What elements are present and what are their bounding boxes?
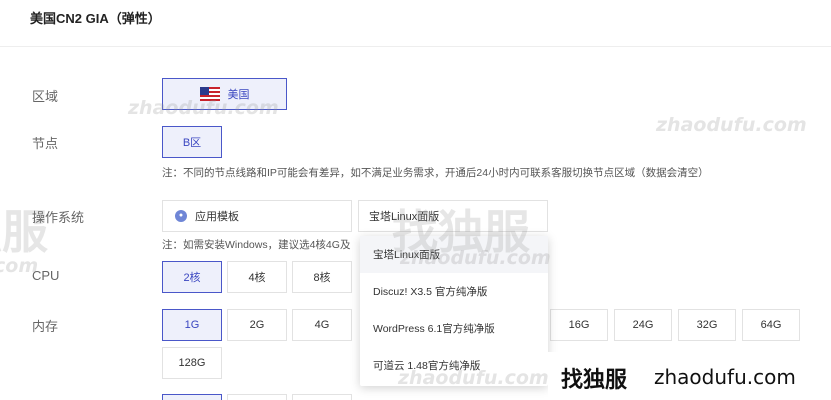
app-template-icon: ● bbox=[175, 210, 187, 222]
memory-option-4g[interactable]: 4G bbox=[292, 309, 352, 341]
dropdown-item-kodbox[interactable]: 可道云 1.48官方纯净版 bbox=[360, 347, 548, 384]
os-type-value: 应用模板 bbox=[195, 211, 239, 223]
region-option-label: 美国 bbox=[227, 89, 250, 101]
dropdown-item-baota[interactable]: 宝塔Linux面版 bbox=[360, 236, 548, 273]
memory-label: 内存 bbox=[32, 319, 59, 334]
header-divider bbox=[0, 46, 831, 47]
os-type-select[interactable]: ● 应用模板 bbox=[162, 200, 352, 232]
region-label: 区域 bbox=[32, 89, 59, 104]
memory-option-24g[interactable]: 24G bbox=[614, 309, 672, 341]
cpu-label: CPU bbox=[32, 268, 60, 283]
us-flag-icon bbox=[199, 87, 220, 101]
dropdown-item-discuz[interactable]: Discuz! X3.5 官方纯净版 bbox=[360, 273, 548, 310]
memory-option-128g[interactable]: 128G bbox=[162, 347, 222, 379]
os-template-dropdown: 宝塔Linux面版 Discuz! X3.5 官方纯净版 WordPress 6… bbox=[360, 236, 548, 386]
brand-en: zhaodufu.com bbox=[654, 365, 796, 389]
memory-option-2g[interactable]: 2G bbox=[227, 309, 287, 341]
dropdown-item-wordpress[interactable]: WordPress 6.1官方纯净版 bbox=[360, 310, 548, 347]
next-row-option[interactable] bbox=[162, 394, 222, 400]
os-template-select[interactable]: 宝塔Linux面版 bbox=[358, 200, 548, 232]
next-row-option[interactable] bbox=[227, 394, 287, 400]
memory-option-1g[interactable]: 1G bbox=[162, 309, 222, 341]
watermark-logo: 找独服 bbox=[0, 205, 48, 259]
node-note: 注：不同的节点线路和IP可能会有差异，如不满足业务需求，开通后24小时内可联系客… bbox=[162, 167, 709, 179]
memory-option-32g[interactable]: 32G bbox=[678, 309, 736, 341]
os-template-value: 宝塔Linux面版 bbox=[369, 211, 440, 223]
page-title: 美国CN2 GIA（弹性） bbox=[30, 11, 161, 26]
brand-cn: 找独服 bbox=[561, 368, 628, 393]
os-label: 操作系统 bbox=[32, 210, 85, 225]
region-option-us[interactable]: 美国 bbox=[162, 78, 287, 110]
cpu-option-4[interactable]: 4核 bbox=[227, 261, 287, 293]
next-row-option[interactable] bbox=[292, 394, 352, 400]
node-option-b[interactable]: B区 bbox=[162, 126, 222, 158]
cpu-option-8[interactable]: 8核 bbox=[292, 261, 352, 293]
node-label: 节点 bbox=[32, 136, 59, 151]
memory-option-16g[interactable]: 16G bbox=[550, 309, 608, 341]
os-note: 注：如需安装Windows，建议选4核4G及 bbox=[162, 239, 351, 251]
memory-option-64g[interactable]: 64G bbox=[742, 309, 800, 341]
cpu-option-2[interactable]: 2核 bbox=[162, 261, 222, 293]
watermark-text: zhaodufu.com bbox=[656, 114, 807, 136]
brand-overlay: 找独服 zhaodufu.com bbox=[548, 352, 831, 400]
